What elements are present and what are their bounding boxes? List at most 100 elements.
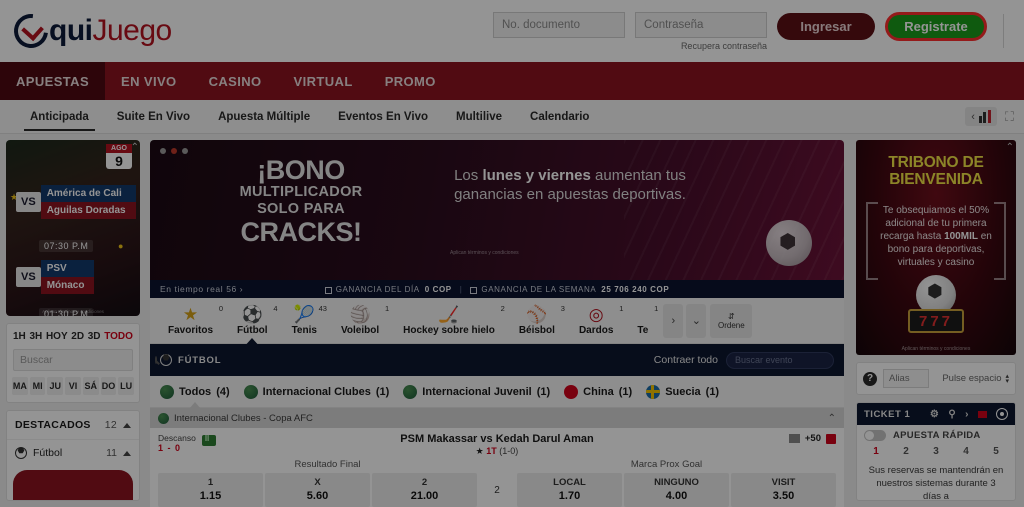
sport-tab-te[interactable]: Te 1 — [625, 304, 660, 336]
league-chip-internacional-juvenil[interactable]: Internacional Juvenil (1) — [403, 384, 550, 399]
match-header: Descanso 1 - 0 PSM Makassar vs Kedah Dar… — [158, 433, 836, 456]
ticket-tab-3[interactable]: 3 — [921, 446, 951, 457]
league-group-collapse-icon[interactable]: ⌃ — [828, 413, 836, 424]
sport-tab-favoritos[interactable]: ★ Favoritos 0 — [156, 304, 225, 336]
view-layout-toggle[interactable]: ‹ — [965, 107, 997, 126]
day-chip-ju[interactable]: JU — [47, 377, 64, 395]
nav-item-virtual[interactable]: VIRTUAL — [278, 62, 369, 100]
time-chip-2d[interactable]: 2D — [71, 331, 84, 342]
statistics-icon[interactable] — [788, 434, 800, 443]
event-search-input[interactable] — [726, 351, 834, 369]
collapse-all-button[interactable]: Contraer todo — [654, 354, 718, 366]
password-input[interactable] — [635, 11, 767, 38]
day-chip-vi[interactable]: VI — [65, 377, 81, 395]
odd-value-local: 1.70 — [558, 490, 581, 502]
odd-key-local: LOCAL — [553, 477, 586, 488]
league-chip-internacional-clubes[interactable]: Internacional Clubes (1) — [243, 384, 389, 399]
time-chip-3d[interactable]: 3D — [88, 331, 101, 342]
subnav-item-anticipada[interactable]: Anticipada — [16, 100, 103, 133]
time-chip-3h[interactable]: 3H — [29, 331, 42, 342]
league-chip-china[interactable]: China (1) — [564, 384, 632, 399]
sport-tab-hockey[interactable]: 🏒 Hockey sobre hielo 2 — [391, 304, 507, 336]
odd-button-ninguno[interactable]: NINGUNO 4.00 — [624, 473, 729, 507]
alias-input[interactable] — [883, 369, 929, 389]
chevron-up-icon-futbol[interactable] — [123, 450, 131, 456]
subnav-item-apuesta-multiple[interactable]: Apuesta Múltiple — [204, 100, 324, 133]
time-chip-hoy[interactable]: HOY — [46, 331, 68, 342]
document-input[interactable] — [493, 11, 625, 38]
pin-icon[interactable]: ⚲ — [948, 409, 956, 420]
day-chip-do[interactable]: DO — [100, 377, 117, 395]
order-button[interactable]: ⇵ Ordene — [710, 303, 753, 338]
bonus-collapse-icon[interactable]: ⌃ — [1006, 142, 1014, 153]
strip-next-button[interactable]: › — [663, 303, 684, 338]
sport-tab-voleibol[interactable]: 🏐 Voleibol 1 — [329, 304, 391, 336]
recover-password-link[interactable]: Recupera contraseña — [635, 41, 767, 51]
ticket-status-icon[interactable] — [996, 408, 1008, 421]
left-promo-banner[interactable]: ⌃ AGO 9 ★ VS América de Cali Aguilas Dor… — [6, 140, 140, 316]
banner-line-3: SOLO PARA — [257, 201, 345, 217]
day-chip-ma[interactable]: MA — [12, 377, 28, 395]
logo[interactable]: qui Juego — [7, 7, 172, 55]
sidebar-search-input[interactable] — [20, 354, 155, 366]
nav-item-en-vivo[interactable]: EN VIVO — [105, 62, 193, 100]
match-actions: +50 — [788, 433, 836, 444]
sport-tab-dardos[interactable]: ◎ Dardos 1 — [567, 304, 625, 336]
market-expand-icon[interactable] — [826, 433, 836, 444]
league-chip-todos[interactable]: Todos (4) — [160, 384, 230, 399]
banner-legal-text: Aplican términos y condiciones — [450, 250, 519, 256]
chevron-right-icon[interactable]: › — [965, 409, 969, 420]
help-icon[interactable]: ? — [863, 371, 877, 386]
bonus-title-line-1: TRIBONO DE — [888, 154, 984, 171]
ticket-tab-1[interactable]: 1 — [861, 446, 891, 457]
star-icon: ★ — [182, 304, 199, 324]
subnav-item-eventos-en-vivo[interactable]: Eventos En Vivo — [324, 100, 442, 133]
odd-button-1[interactable]: 1 1.15 — [158, 473, 263, 507]
odd-button-visit[interactable]: VISIT 3.50 — [731, 473, 836, 507]
gear-icon[interactable]: ⚙ — [930, 409, 939, 420]
sidebar-item-futbol[interactable]: Fútbol 11 — [7, 439, 139, 466]
odd-button-x[interactable]: X 5.60 — [265, 473, 370, 507]
league-chip-suecia[interactable]: Suecia (1) — [646, 384, 719, 399]
subnav-item-suite-en-vivo[interactable]: Suite En Vivo — [103, 100, 204, 133]
time-chip-todo[interactable]: TODO — [104, 331, 133, 342]
day-chip-lu[interactable]: LU — [118, 377, 135, 395]
destacados-title: DESTACADOS — [15, 419, 91, 431]
sport-label-hockey: Hockey sobre hielo — [403, 324, 495, 336]
ticket-tab-5[interactable]: 5 — [981, 446, 1011, 457]
ticket-tab-2[interactable]: 2 — [891, 446, 921, 457]
bonus-promo-card[interactable]: ⌃ TRIBONO DE BIENVENIDA Te obsequiamos e… — [856, 140, 1016, 356]
register-button[interactable]: Registrate — [885, 11, 987, 41]
more-markets-count[interactable]: +50 — [805, 433, 821, 444]
sport-tab-futbol[interactable]: ⚽ Fútbol 4 — [225, 304, 280, 336]
promo-banner-main[interactable]: ¡BONO MULTIPLICADOR SOLO PARA CRACKS! Lo… — [150, 140, 844, 280]
subnav-item-calendario[interactable]: Calendario — [516, 100, 603, 133]
ticket-tab-4[interactable]: 4 — [951, 446, 981, 457]
nav-item-apuestas[interactable]: APUESTAS — [0, 62, 106, 100]
destacados-header[interactable]: DESTACADOS 12 — [7, 411, 139, 439]
live-stream-icon[interactable] — [201, 434, 216, 446]
expand-icon[interactable]: ⛶ — [1005, 109, 1014, 125]
ticket-delete-icon[interactable] — [978, 410, 987, 418]
day-chip-mi[interactable]: MI — [29, 377, 46, 395]
sidebar-search-box[interactable] — [13, 349, 157, 371]
live-count-link[interactable]: En tiempo real 56 › — [160, 284, 243, 294]
sport-count-beisbol: 3 — [560, 303, 565, 313]
banner-carousel-dots[interactable] — [160, 148, 188, 154]
favorite-star-icon[interactable]: ★ — [476, 446, 484, 456]
quick-bet-toggle[interactable] — [864, 430, 886, 442]
day-chip-sa[interactable]: SÁ — [82, 377, 99, 395]
time-chip-1h[interactable]: 1H — [13, 331, 26, 342]
sport-tab-beisbol[interactable]: ⚾ Béisbol 3 — [507, 303, 567, 336]
alias-select[interactable]: Pulse espacio ▴ ▾ — [935, 373, 1009, 385]
league-group-header[interactable]: Internacional Clubes - Copa AFC ⌃ — [150, 408, 844, 428]
odd-button-2[interactable]: 2 21.00 — [372, 473, 477, 507]
login-button[interactable]: Ingresar — [777, 12, 875, 40]
nav-item-promo[interactable]: PROMO — [369, 62, 452, 100]
subnav-item-multilive[interactable]: Multilive — [442, 100, 516, 133]
nav-item-casino[interactable]: CASINO — [193, 62, 278, 100]
odd-button-local[interactable]: LOCAL 1.70 — [517, 473, 622, 507]
sport-tab-tenis[interactable]: 🎾 Tenis 43 — [280, 304, 329, 336]
strip-dropdown-button[interactable]: ⌄ — [686, 303, 707, 338]
chevron-up-icon[interactable] — [123, 422, 131, 428]
